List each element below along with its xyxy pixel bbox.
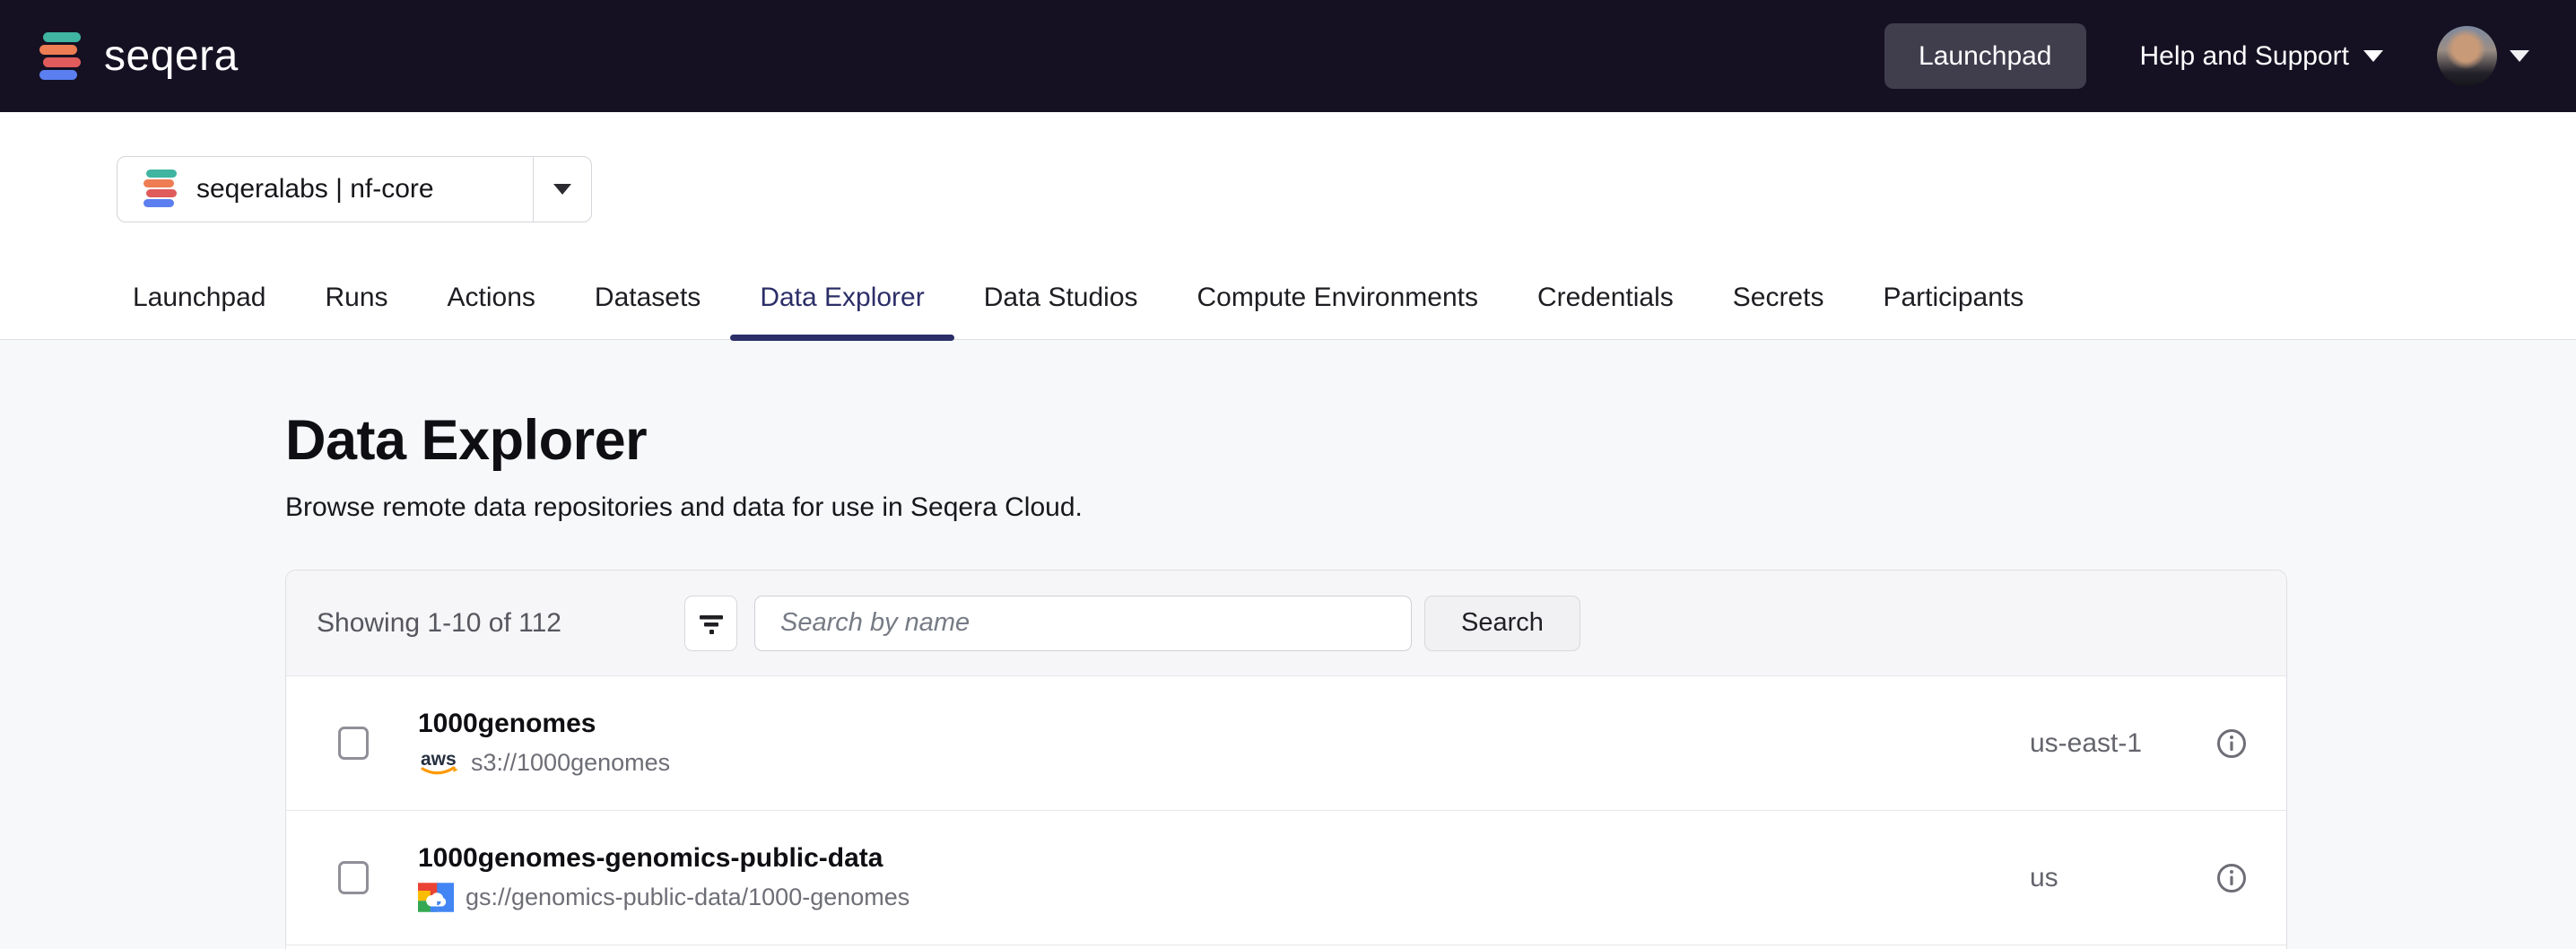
- filter-button[interactable]: [684, 596, 737, 651]
- row-main: 1000genomes-genomics-public-data aws: [418, 843, 2030, 912]
- user-avatar: [2437, 26, 2497, 86]
- top-navbar: seqera Launchpad Help and Support: [0, 0, 2576, 112]
- launchpad-button[interactable]: Launchpad: [1884, 23, 2085, 89]
- workspace-selected: seqeralabs | nf-core: [117, 157, 533, 222]
- bucket-region: us: [2030, 863, 2216, 893]
- info-icon[interactable]: [2216, 728, 2247, 759]
- search-button[interactable]: Search: [1424, 596, 1580, 651]
- row-checkbox[interactable]: [338, 861, 369, 894]
- page: seqera Launchpad Help and Support: [0, 0, 2576, 949]
- subheader: seqeralabs | nf-core LaunchpadRunsAction…: [0, 112, 2576, 340]
- chevron-down-icon: [2363, 50, 2383, 62]
- search-input[interactable]: [754, 596, 1412, 651]
- table-rows: 1000genomes aws: [286, 676, 2286, 945]
- tab-credentials[interactable]: Credentials: [1508, 283, 1703, 340]
- help-and-support-label: Help and Support: [2140, 41, 2350, 72]
- data-explorer-table: Showing 1-10 of 112 Search 1000genomes: [285, 570, 2287, 949]
- main-content: Data Explorer Browse remote data reposit…: [0, 340, 2576, 949]
- row-checkbox[interactable]: [338, 727, 369, 760]
- bucket-region: us-east-1: [2030, 728, 2216, 759]
- row-main: 1000genomes aws: [418, 709, 2030, 778]
- bucket-name: 1000genomes: [418, 709, 2030, 739]
- bucket-uri-line: aws: [418, 883, 2030, 912]
- tab-launchpad[interactable]: Launchpad: [103, 283, 295, 340]
- page-title: Data Explorer: [285, 340, 2576, 473]
- chevron-down-icon: [2510, 50, 2529, 62]
- tab-data-studios[interactable]: Data Studios: [954, 283, 1168, 340]
- tab-runs[interactable]: Runs: [295, 283, 417, 340]
- filter-icon: [698, 610, 725, 637]
- tab-secrets[interactable]: Secrets: [1703, 283, 1854, 340]
- tab-data-explorer[interactable]: Data Explorer: [730, 283, 953, 340]
- workspace-name: seqeralabs | nf-core: [196, 174, 434, 205]
- bucket-name: 1000genomes-genomics-public-data: [418, 843, 2030, 874]
- showing-count: Showing 1-10 of 112: [317, 608, 684, 639]
- info-icon[interactable]: [2216, 863, 2247, 893]
- table-row-partial: [286, 945, 2286, 949]
- workspace-row: seqeralabs | nf-core: [0, 112, 2576, 222]
- workspace-selector[interactable]: seqeralabs | nf-core: [117, 156, 592, 222]
- tab-actions[interactable]: Actions: [418, 283, 565, 340]
- tab-datasets[interactable]: Datasets: [565, 283, 730, 340]
- tabs: LaunchpadRunsActionsDatasetsData Explore…: [0, 222, 2576, 340]
- seqera-logo-icon: [38, 30, 84, 83]
- gcp-icon: [418, 883, 454, 912]
- tab-compute-environments[interactable]: Compute Environments: [1168, 283, 1508, 340]
- bucket-uri: s3://1000genomes: [471, 749, 670, 777]
- bucket-uri: gs://genomics-public-data/1000-genomes: [466, 884, 909, 911]
- aws-icon: aws: [418, 748, 459, 778]
- brand-wordmark: seqera: [104, 31, 239, 81]
- page-subtitle: Browse remote data repositories and data…: [285, 492, 2576, 523]
- workspace-dropdown-toggle[interactable]: [534, 157, 591, 222]
- bucket-uri-line: aws: [418, 748, 2030, 778]
- workspace-seqera-icon: [143, 169, 178, 210]
- seqera-logo[interactable]: seqera: [38, 30, 239, 83]
- tab-participants[interactable]: Participants: [1853, 283, 2053, 340]
- user-menu[interactable]: [2437, 26, 2529, 86]
- table-toolbar: Showing 1-10 of 112 Search: [286, 570, 2286, 676]
- navbar-right: Launchpad Help and Support: [1884, 23, 2529, 89]
- svg-text:aws: aws: [421, 749, 457, 770]
- chevron-down-icon: [553, 184, 571, 195]
- table-row[interactable]: 1000genomes-genomics-public-data aws: [286, 811, 2286, 945]
- table-row[interactable]: 1000genomes aws: [286, 676, 2286, 811]
- help-and-support-menu[interactable]: Help and Support: [2140, 41, 2384, 72]
